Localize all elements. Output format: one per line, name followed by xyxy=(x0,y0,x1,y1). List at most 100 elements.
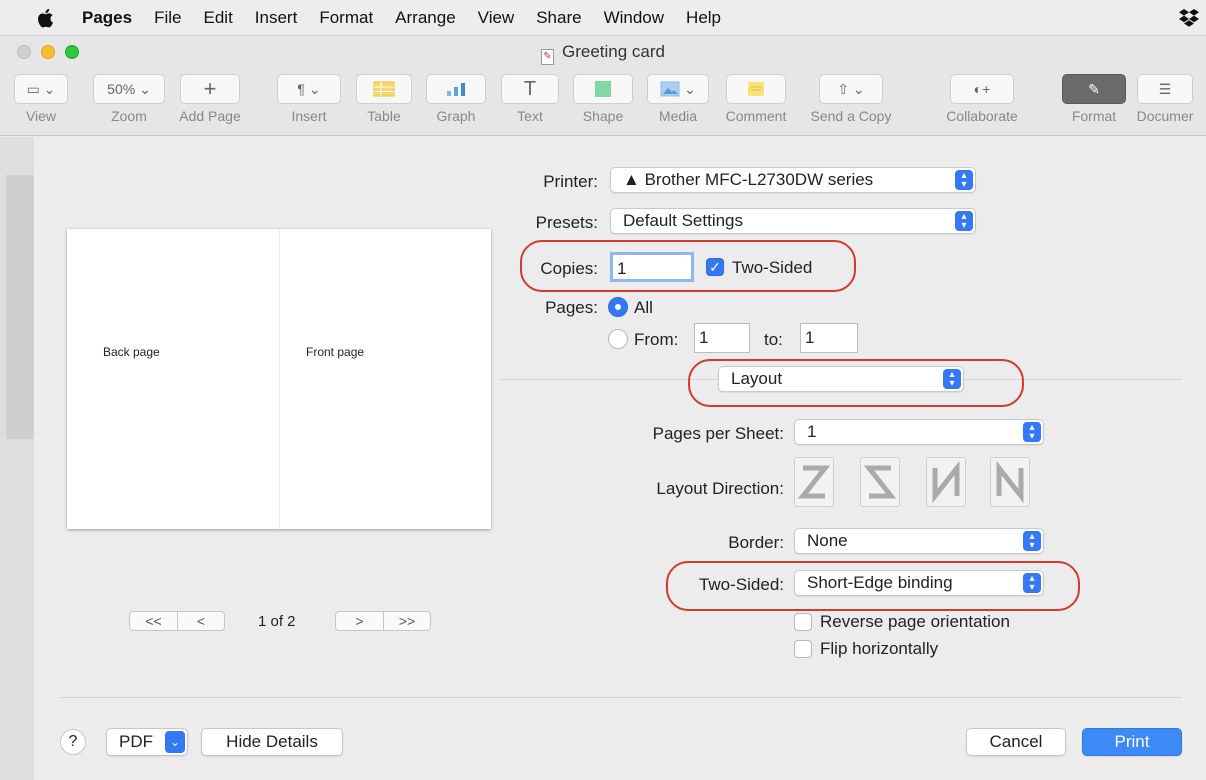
document-icon[interactable]: ☰ xyxy=(1137,74,1193,104)
popup-arrows-icon: ▴ ▾ xyxy=(1023,531,1041,551)
zoom-value: 50% xyxy=(107,81,136,97)
presets-label: Presets: xyxy=(535,213,598,232)
help-button[interactable]: ? xyxy=(60,729,86,755)
toolbar-insert[interactable]: ¶ ⌄ Insert xyxy=(277,74,341,124)
menu-window[interactable]: Window xyxy=(604,8,664,28)
toolbar-format[interactable]: ✎ Format xyxy=(1062,74,1126,124)
toolbar-comment[interactable]: Comment xyxy=(724,74,788,124)
pages-document-icon: ✎ xyxy=(541,49,554,65)
shape-icon[interactable] xyxy=(573,74,633,104)
print-preview: Back page Front page xyxy=(67,229,491,529)
two-sided-checkbox[interactable]: ✓ xyxy=(706,258,724,276)
table-icon[interactable] xyxy=(356,74,412,104)
print-button[interactable]: Print xyxy=(1082,728,1182,756)
toolbar-view[interactable]: ▭ ⌄ View xyxy=(14,74,68,124)
next-page-button[interactable]: > xyxy=(336,612,383,630)
pages-range-radio[interactable] xyxy=(608,329,628,349)
layout-direction-reverse-z-button[interactable] xyxy=(860,457,900,507)
toolbar-collaborate[interactable]: ◐+ Collaborate xyxy=(940,74,1024,124)
first-page-button[interactable]: << xyxy=(130,612,177,630)
section-select[interactable]: Layout ▴ ▾ xyxy=(718,366,964,392)
border-select[interactable]: None ▴ ▾ xyxy=(794,528,1044,554)
collaborate-icon[interactable]: ◐+ xyxy=(950,74,1014,104)
toolbar: ▭ ⌄ View 50% ⌄ Zoom + Add Page ¶ ⌄ Inser… xyxy=(0,68,1206,136)
hide-details-button[interactable]: Hide Details xyxy=(201,728,343,756)
paragraph-icon[interactable]: ¶ ⌄ xyxy=(277,74,341,104)
preview-forward-controls: > >> xyxy=(335,611,431,631)
paintbrush-icon[interactable]: ✎ xyxy=(1062,74,1126,104)
two-sided-checkbox-label: Two-Sided xyxy=(732,258,813,277)
printer-label: Printer: xyxy=(543,172,598,191)
layout-direction-reverse-n-button[interactable] xyxy=(926,457,966,507)
pdf-menu-button[interactable]: PDF ⌄ xyxy=(106,728,188,756)
copies-input[interactable]: 1 xyxy=(610,252,694,282)
menu-format[interactable]: Format xyxy=(319,8,373,28)
layout-direction-n-button[interactable] xyxy=(990,457,1030,507)
cancel-button[interactable]: Cancel xyxy=(966,728,1066,756)
toolbar-document[interactable]: ☰ Documer xyxy=(1130,74,1200,124)
section-value: Layout xyxy=(731,369,783,388)
flip-horizontally-checkbox[interactable] xyxy=(794,640,812,658)
reverse-orientation-label: Reverse page orientation xyxy=(820,612,1010,631)
footer-separator xyxy=(60,697,1182,698)
comment-icon[interactable] xyxy=(726,74,786,104)
menu-edit[interactable]: Edit xyxy=(204,8,233,28)
popup-arrows-icon: ▴ ▾ xyxy=(955,211,973,231)
apple-menu-icon[interactable] xyxy=(36,7,56,29)
toolbar-media[interactable]: ⌄ Media xyxy=(647,74,709,124)
toolbar-add-page[interactable]: + Add Page xyxy=(178,74,242,124)
toolbar-zoom[interactable]: 50% ⌄ Zoom xyxy=(93,74,165,124)
menu-file[interactable]: File xyxy=(154,8,181,28)
toolbar-text[interactable]: T Text xyxy=(501,74,559,124)
menu-help[interactable]: Help xyxy=(686,8,721,28)
presets-select[interactable]: Default Settings ▴ ▾ xyxy=(610,208,976,234)
preview-back-controls: << < xyxy=(129,611,225,631)
presets-value: Default Settings xyxy=(623,211,744,230)
pages-from-input[interactable]: 1 xyxy=(694,323,750,353)
graph-icon[interactable] xyxy=(426,74,486,104)
menu-arrange[interactable]: Arrange xyxy=(395,8,455,28)
two-sided-mode-label: Two-Sided: xyxy=(698,575,784,594)
sidebar-icon[interactable]: ▭ ⌄ xyxy=(14,74,68,104)
pages-to-label: to: xyxy=(764,330,783,349)
title-bar: ✎ Greeting card xyxy=(0,36,1206,68)
two-sided-mode-value: Short-Edge binding xyxy=(807,573,953,592)
layout-direction-label: Layout Direction: xyxy=(656,479,784,498)
two-sided-mode-select[interactable]: Short-Edge binding ▴ ▾ xyxy=(794,570,1044,596)
scrollbar-thumb[interactable] xyxy=(6,175,34,439)
toolbar-graph[interactable]: Graph xyxy=(426,74,486,124)
page-divider xyxy=(279,229,280,529)
menu-share[interactable]: Share xyxy=(536,8,581,28)
layout-direction-z-button[interactable] xyxy=(794,457,834,507)
popup-arrows-icon: ▴ ▾ xyxy=(1023,573,1041,593)
toolbar-shape[interactable]: Shape xyxy=(573,74,633,124)
menu-pages[interactable]: Pages xyxy=(82,8,132,28)
pages-to-input[interactable]: 1 xyxy=(800,323,858,353)
chevron-down-icon: ⌄ xyxy=(165,731,185,753)
front-page-text: Front page xyxy=(306,345,365,359)
text-icon[interactable]: T xyxy=(501,74,559,104)
toolbar-send-copy[interactable]: ⇧ ⌄ Send a Copy xyxy=(806,74,896,124)
reverse-orientation-checkbox[interactable] xyxy=(794,613,812,631)
page-indicator: 1 of 2 xyxy=(258,613,296,630)
last-page-button[interactable]: >> xyxy=(383,612,430,630)
back-page-text: Back page xyxy=(103,345,160,359)
pages-label: Pages: xyxy=(545,298,598,317)
flip-horizontally-label: Flip horizontally xyxy=(820,639,939,658)
menu-view[interactable]: View xyxy=(478,8,515,28)
share-icon[interactable]: ⇧ ⌄ xyxy=(819,74,883,104)
popup-arrows-icon: ▴ ▾ xyxy=(1023,422,1041,442)
pages-per-sheet-select[interactable]: 1 ▴ ▾ xyxy=(794,419,1044,445)
print-dialog: Back page Front page << < 1 of 2 > >> Pr… xyxy=(34,137,1206,780)
pages-all-radio[interactable] xyxy=(608,297,628,317)
printer-select[interactable]: ▲ Brother MFC-L2730DW series ▴ ▾ xyxy=(610,167,976,193)
popup-arrows-icon: ▴ ▾ xyxy=(955,170,973,190)
previous-page-button[interactable]: < xyxy=(177,612,224,630)
menu-insert[interactable]: Insert xyxy=(255,8,298,28)
pages-from-label: From: xyxy=(634,330,679,349)
border-value: None xyxy=(807,531,848,550)
toolbar-table[interactable]: Table xyxy=(356,74,412,124)
dropbox-icon[interactable] xyxy=(1178,7,1200,29)
media-icon[interactable]: ⌄ xyxy=(647,74,709,104)
plus-icon[interactable]: + xyxy=(180,74,240,104)
